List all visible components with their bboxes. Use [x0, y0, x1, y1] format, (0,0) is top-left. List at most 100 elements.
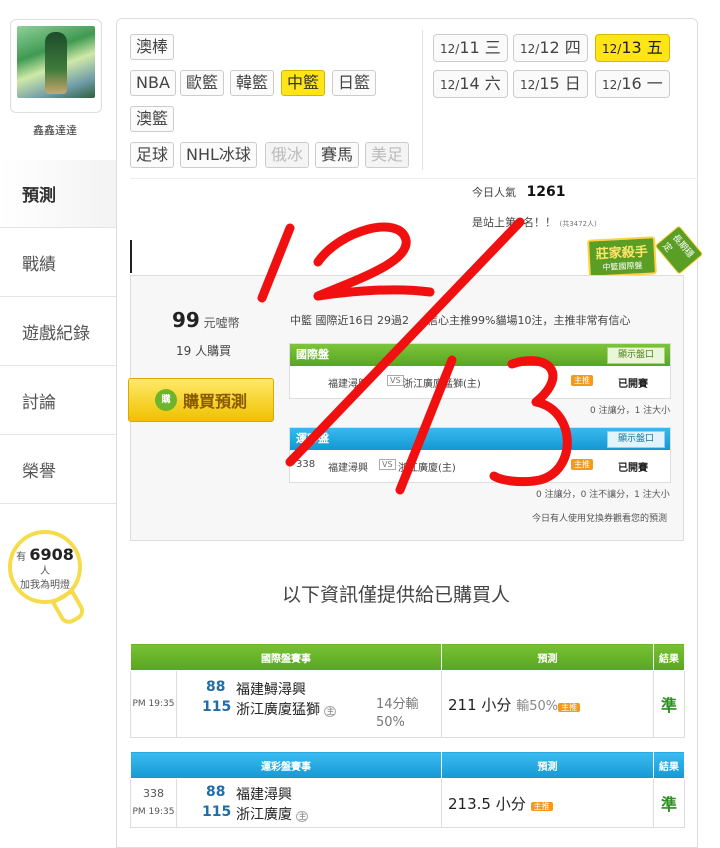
sport-chip-eurobasket[interactable]: 歐籃: [180, 70, 225, 96]
away-team: 浙江廣廈猛獅: [236, 702, 320, 718]
sidebar-item-game-log[interactable]: 遊戲紀錄: [0, 298, 116, 366]
sidebar-item-discussion[interactable]: 討論: [0, 367, 116, 435]
teams: 88 福建潯興 115 浙江廣廈 主: [178, 780, 440, 826]
sidebar-item-honor[interactable]: 榮譽: [0, 436, 116, 504]
fan-count: 6908: [29, 545, 74, 564]
lottery-market-row: 338 福建潯興 VS 浙江廣廈(主) 主推 已開賽: [290, 450, 670, 482]
sidebar-item-predict[interactable]: 預測: [0, 160, 116, 228]
match-time: PM 19:35: [132, 807, 175, 817]
away-score: 115: [202, 804, 232, 820]
home-tag: 主: [324, 706, 337, 717]
match-status: 已開賽: [618, 463, 648, 474]
match-status: 已開賽: [618, 379, 648, 390]
main-pick-tag: 主推: [530, 801, 553, 811]
table-header-row: 國際盤賽事 預測 結果: [130, 643, 685, 671]
sport-chip-nhl[interactable]: NHL冰球: [180, 142, 257, 168]
match-cell: 88 福建潯興 115 浙江廣廈 主: [176, 778, 442, 828]
purchase-notice: 以下資訊僅提供給已購買人: [282, 584, 511, 606]
date-day: 15 日: [539, 74, 581, 93]
fan-label: 加我為明燈: [20, 580, 70, 591]
fan-prefix: 有: [16, 552, 27, 563]
away-team: 浙江廣廈: [236, 807, 292, 823]
result-cell: 準: [653, 670, 685, 738]
date-month: 12/: [440, 78, 460, 92]
table-row: 338 PM 19:35 88 福建潯興 115 浙江廣廈 主 213.5 小分 …: [130, 778, 685, 828]
date-day: 13 五: [621, 38, 663, 57]
intl-market-title: 國際盤: [296, 348, 329, 361]
home-team: 福建潯興: [236, 787, 292, 803]
show-odds-button[interactable]: 顯示盤口: [606, 347, 665, 364]
date-month: 12/: [440, 42, 460, 56]
popularity-label: 今日人氣: [472, 186, 516, 199]
prediction-value: 211 小分: [448, 695, 512, 714]
away-team: 浙江廣廈猛獅(主): [403, 379, 481, 390]
home-score: 88: [206, 679, 226, 695]
sport-chip-nba[interactable]: NBA: [130, 70, 176, 96]
sport-chip-aubasket[interactable]: 澳籃: [130, 106, 175, 132]
date-chip-1213[interactable]: 12/13 五: [595, 34, 670, 62]
date-chip-1215[interactable]: 12/15 日: [513, 70, 588, 98]
rank-text: 是站上第1名！！ (共3472人): [472, 214, 597, 230]
prediction-cell: 211 小分 輸50% 主推: [441, 670, 654, 738]
sport-chip-korea[interactable]: 韓籃: [230, 70, 275, 96]
intl-market-stats: 0 注讓分，1 注大小: [590, 406, 671, 416]
handicap-text: 14分輸: [376, 697, 419, 712]
col-header-match: 國際盤賽事: [130, 643, 442, 671]
match-cell: 88 福建鱘潯興 115 浙江廣廈猛獅 主 14分輸 50%: [176, 670, 442, 738]
col-header-result: 結果: [653, 643, 685, 671]
rank-note: (共3472人): [559, 220, 597, 228]
home-score: 88: [206, 784, 226, 800]
sport-chip-aubaseball[interactable]: 澳棒: [130, 34, 175, 60]
lottery-market-header: 運彩盤 顯示盤口: [290, 428, 670, 450]
date-day: 11 三: [459, 38, 501, 57]
show-odds-button[interactable]: 顯示盤口: [606, 431, 665, 448]
sport-chip-cba[interactable]: 中籃: [281, 70, 326, 96]
intl-market-row: 福建潯興 VS 浙江廣廈猛獅(主) 主推 已開賽: [290, 366, 670, 398]
popularity: 今日人氣 1261: [472, 184, 565, 200]
away-score: 115: [202, 699, 232, 715]
sport-chip-soccer[interactable]: 足球: [130, 142, 175, 168]
main-pick-tag: 主推: [571, 375, 593, 386]
username[interactable]: 鑫鑫達達: [0, 122, 110, 138]
date-chip-1211[interactable]: 12/11 三: [433, 34, 508, 62]
price-unit: 元噓幣: [203, 316, 240, 330]
home-tag: 主: [296, 811, 309, 822]
date-chip-1212[interactable]: 12/12 四: [513, 34, 588, 62]
buy-prediction-button[interactable]: 購購買預測: [128, 378, 274, 422]
sidebar-item-record[interactable]: 戰績: [0, 229, 116, 297]
sport-chip-horse[interactable]: 賽馬: [315, 142, 360, 168]
text-cursor: [130, 240, 132, 273]
description-text: 中籃 國際近16日 29過2: [290, 314, 409, 327]
match-time-cell: PM 19:35: [130, 670, 177, 738]
sport-chip-nfl: 美足: [365, 142, 410, 168]
lottery-market-card: 運彩盤 顯示盤口 338 福建潯興 VS 浙江廣廈(主) 主推 已開賽: [289, 427, 671, 483]
col-header-result: 結果: [653, 751, 685, 779]
prediction-description: 中籃 國際近16日 29過2 信心主推99%貓場10注，主推非常有信心: [290, 312, 630, 328]
match-time: PM 19:35: [132, 699, 175, 709]
vs-label: VS: [379, 459, 396, 470]
intl-market-header: 國際盤 顯示盤口: [290, 344, 670, 366]
avatar[interactable]: [10, 19, 102, 113]
buyer-count: 19 人購買: [176, 344, 232, 358]
date-chip-1216[interactable]: 12/16 一: [595, 70, 670, 98]
lottery-market-stats: 0 注讓分，0 注不讓分，1 注大小: [536, 490, 670, 500]
home-team: 福建潯興: [328, 379, 368, 390]
home-team: 福建潯興: [328, 463, 368, 474]
date-chip-1214[interactable]: 12/14 六: [433, 70, 508, 98]
divider: [422, 30, 423, 170]
price: 99 元噓幣: [172, 308, 240, 332]
table-header-row: 運彩盤賽事 預測 結果: [130, 751, 685, 779]
voucher-notice: 今日有人使用兌換券觀看您的預測: [532, 514, 668, 524]
date-month: 12/: [602, 42, 622, 56]
away-team-wrap: 浙江廣廈猛獅 主: [236, 699, 337, 719]
result-cell: 準: [653, 778, 685, 828]
prediction-extra: 輸50%: [516, 698, 559, 714]
popularity-value: 1261: [526, 184, 566, 200]
main-pick-tag: 主推: [558, 702, 581, 712]
sport-chip-japan[interactable]: 日籃: [332, 70, 377, 96]
buy-button-label: 購買預測: [182, 392, 247, 411]
prediction-cell: 213.5 小分 主推: [441, 778, 654, 828]
badge-ribbon: 莊家殺手 中籃國際盤: [587, 236, 657, 278]
avatar-image: [17, 26, 95, 98]
cart-icon: 購: [154, 389, 177, 411]
